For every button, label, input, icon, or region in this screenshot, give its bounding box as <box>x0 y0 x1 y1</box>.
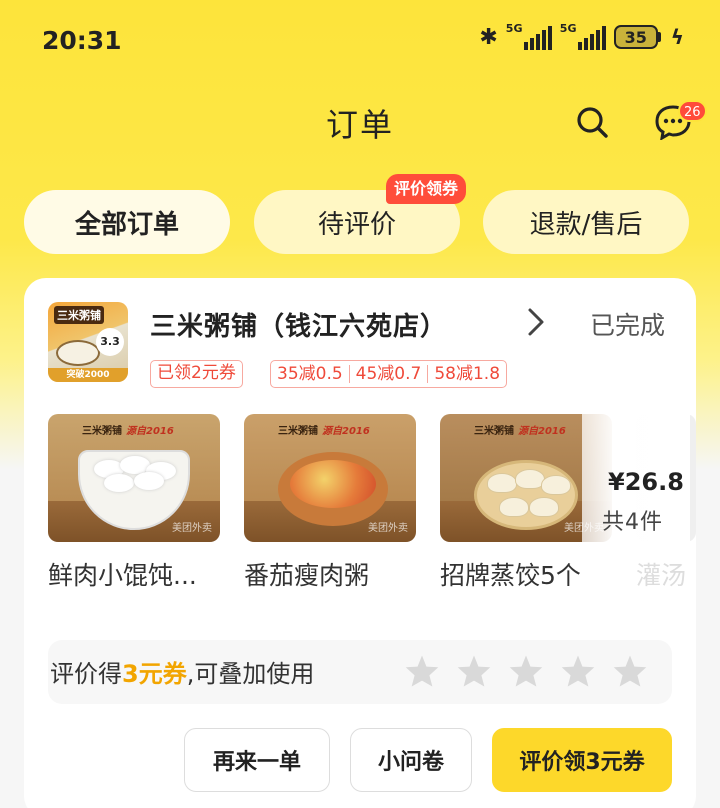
coupon-tag: 已领2元券 <box>150 360 243 388</box>
product-name: 招牌蒸饺5个 <box>440 561 581 590</box>
order-total-price: ¥26.8 <box>608 468 684 496</box>
cellular-signal-icon: 5G <box>505 22 552 50</box>
review-prompt: 评价得3元券,可叠加使用 <box>50 660 315 688</box>
tab-refund[interactable]: 退款/售后 <box>483 190 689 254</box>
product-image-tomato-congee[interactable]: 三米粥铺 源自2016 美团外卖 <box>244 414 416 542</box>
shop-logo-badge: 3.3 <box>96 328 124 356</box>
shop-name[interactable]: 三米粥铺（钱江六苑店） <box>150 306 447 343</box>
product-image-brand: 三米粥铺 源自2016 <box>278 426 370 437</box>
network-type-label: 5G <box>505 22 523 35</box>
order-status: 已完成 <box>590 311 666 340</box>
chevron-right-icon[interactable] <box>524 306 548 338</box>
star-icon[interactable] <box>404 654 440 688</box>
order-item-count: 共4件 <box>602 510 663 535</box>
battery-level: 35 <box>613 25 658 49</box>
product-image-wonton[interactable]: 三米粥铺 源自2016 美团外卖 <box>48 414 220 542</box>
product-name: 灌汤 <box>636 561 687 590</box>
network-type-label: 5G <box>559 22 577 35</box>
review-coupon-button[interactable]: 评价领3元券 <box>492 728 672 792</box>
message-count-badge: 26 <box>678 100 707 122</box>
star-icon[interactable] <box>508 654 544 688</box>
reorder-button[interactable]: 再来一单 <box>184 728 330 792</box>
search-icon[interactable] <box>574 104 610 140</box>
watermark: 美团外卖 <box>172 523 212 534</box>
status-time: 20:31 <box>42 26 122 55</box>
discount-tag: 35减0.5 <box>277 363 343 384</box>
shop-logo-brand: 三米粥铺 <box>54 306 104 324</box>
cellular-signal-icon: 5G <box>559 22 606 50</box>
status-bar: 20:31 ✱ 5G 5G 35 ϟ <box>0 0 720 80</box>
shop-logo[interactable]: 三米粥铺 3.3 突破2000 <box>48 302 128 382</box>
battery-icon: 35 <box>613 25 661 49</box>
product-name: 番茄瘦肉粥 <box>244 561 370 590</box>
product-name: 鲜肉小馄饨... <box>48 561 197 590</box>
discount-tag: 58减1.8 <box>434 363 501 384</box>
review-coupon-promo-badge: 评价领券 <box>386 174 467 204</box>
shop-logo-footer: 突破2000 <box>48 368 128 382</box>
product-image-brand: 三米粥铺 源自2016 <box>82 426 174 437</box>
discount-tag: 45减0.7 <box>355 363 422 384</box>
star-icon[interactable] <box>612 654 648 688</box>
survey-button[interactable]: 小问卷 <box>350 728 472 792</box>
charging-icon: ϟ <box>670 25 684 49</box>
page-title: 订单 <box>325 106 394 144</box>
product-image-brand: 三米粥铺 源自2016 <box>474 426 566 437</box>
tab-all-orders[interactable]: 全部订单 <box>24 190 230 254</box>
star-icon[interactable] <box>456 654 492 688</box>
discount-tags: 35减0.5 45减0.7 58减1.8 <box>270 360 508 388</box>
bluetooth-icon: ✱ <box>479 24 498 50</box>
star-icon[interactable] <box>560 654 596 688</box>
watermark: 美团外卖 <box>368 523 408 534</box>
status-indicators: ✱ 5G 5G 35 ϟ <box>479 22 684 50</box>
